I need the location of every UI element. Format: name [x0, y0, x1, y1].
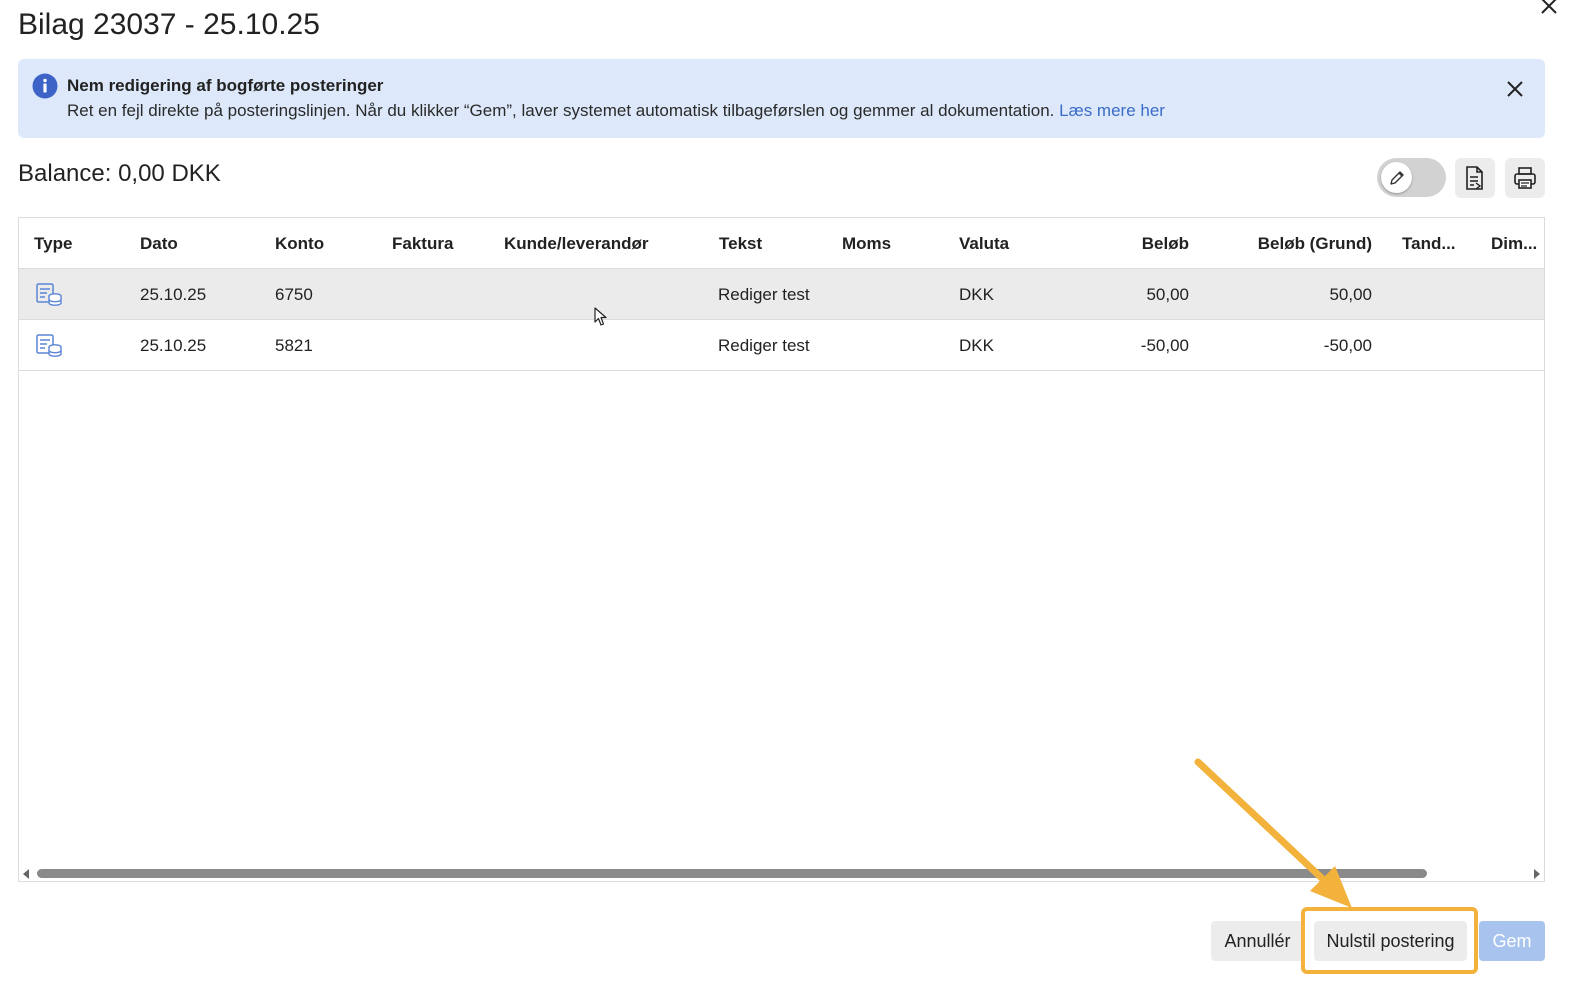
column-header-valuta[interactable]: Valuta	[959, 218, 1009, 269]
cell-dato[interactable]: 25.10.25	[140, 269, 206, 320]
column-header-belob[interactable]: Beløb	[1079, 218, 1189, 269]
cell-tekst[interactable]: Rediger test	[718, 320, 810, 371]
save-button[interactable]: Gem	[1479, 921, 1545, 961]
cell-valuta[interactable]: DKK	[959, 320, 994, 371]
table-row[interactable]: 25.10.25 6750 Rediger test DKK 50,00 50,…	[19, 269, 1544, 320]
table-row[interactable]: 25.10.25 5821 Rediger test DKK -50,00 -5…	[19, 320, 1544, 371]
read-more-link[interactable]: Læs mere her	[1059, 101, 1165, 120]
ledger-coins-icon	[36, 334, 62, 357]
cell-belob-grund[interactable]: 50,00	[1199, 269, 1372, 320]
table-header: Type Dato Konto Faktura Kunde/leverandør…	[19, 218, 1544, 269]
balance-label: Balance: 0,00 DKK	[18, 160, 221, 187]
column-header-faktura[interactable]: Faktura	[392, 218, 453, 269]
column-header-dim[interactable]: Dim...	[1491, 218, 1537, 269]
printer-icon	[1514, 167, 1536, 189]
horizontal-scrollbar[interactable]	[19, 866, 1544, 881]
info-banner: Nem redigering af bogførte posteringer R…	[18, 59, 1545, 138]
print-button[interactable]	[1505, 158, 1545, 198]
dialog-title: Bilag 23037 - 25.10.25	[18, 8, 320, 41]
banner-heading: Nem redigering af bogførte posteringer	[67, 76, 384, 95]
close-icon[interactable]	[1537, 0, 1561, 18]
toggle-knob	[1381, 162, 1412, 193]
cell-valuta[interactable]: DKK	[959, 269, 994, 320]
mouse-cursor-icon	[594, 307, 607, 326]
cell-tekst[interactable]: Rediger test	[718, 269, 810, 320]
column-header-type[interactable]: Type	[34, 218, 72, 269]
postings-table: Type Dato Konto Faktura Kunde/leverandør…	[18, 217, 1545, 882]
export-document-button[interactable]	[1455, 158, 1495, 198]
document-export-icon	[1466, 166, 1483, 190]
column-header-tekst[interactable]: Tekst	[719, 218, 762, 269]
edit-mode-toggle[interactable]	[1377, 158, 1446, 197]
banner-text: Ret en fejl direkte på posteringslinjen.…	[67, 101, 1055, 120]
column-header-konto[interactable]: Konto	[275, 218, 324, 269]
scrollbar-thumb[interactable]	[37, 869, 1427, 878]
cell-konto[interactable]: 5821	[275, 320, 313, 371]
cell-belob[interactable]: -50,00	[1079, 320, 1189, 371]
pencil-icon	[1389, 170, 1404, 185]
scroll-right-arrow-icon[interactable]	[1534, 869, 1540, 879]
cell-belob-grund[interactable]: -50,00	[1199, 320, 1372, 371]
column-header-moms[interactable]: Moms	[842, 218, 891, 269]
cell-konto[interactable]: 6750	[275, 269, 313, 320]
cell-belob[interactable]: 50,00	[1079, 269, 1189, 320]
column-header-kunde[interactable]: Kunde/leverandør	[504, 218, 649, 269]
column-header-tand[interactable]: Tand...	[1402, 218, 1456, 269]
reset-posting-button[interactable]: Nulstil postering	[1314, 921, 1467, 961]
column-header-dato[interactable]: Dato	[140, 218, 178, 269]
banner-body: Ret en fejl direkte på posteringslinjen.…	[67, 101, 1165, 121]
close-icon[interactable]	[1505, 79, 1525, 99]
ledger-coins-icon	[36, 283, 62, 306]
info-icon	[32, 73, 58, 99]
cell-dato[interactable]: 25.10.25	[140, 320, 206, 371]
cancel-button[interactable]: Annullér	[1211, 921, 1304, 961]
scroll-left-arrow-icon[interactable]	[23, 869, 29, 879]
column-header-belob-grund[interactable]: Beløb (Grund)	[1199, 218, 1372, 269]
